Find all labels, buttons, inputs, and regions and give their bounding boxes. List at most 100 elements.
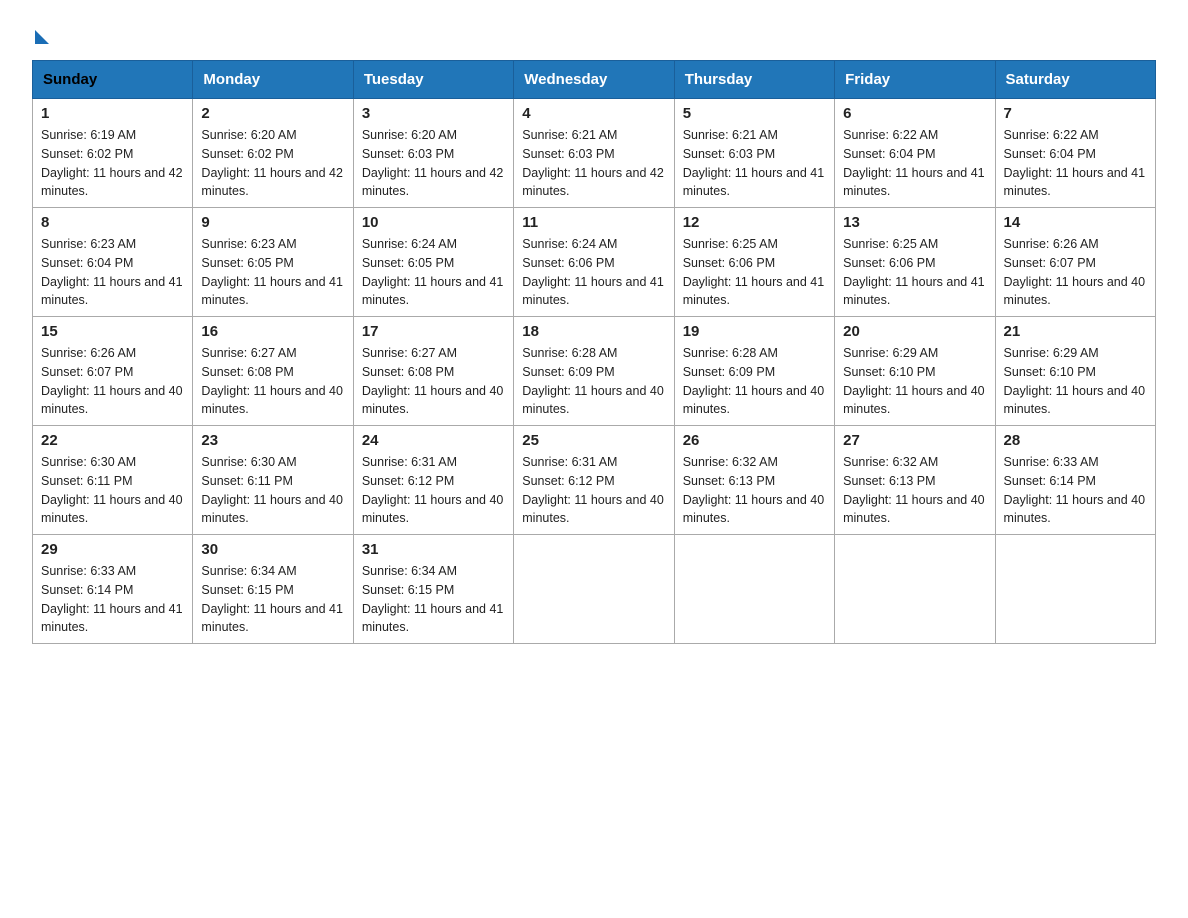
day-info: Sunrise: 6:32 AMSunset: 6:13 PMDaylight:… xyxy=(683,453,826,528)
calendar-cell: 7 Sunrise: 6:22 AMSunset: 6:04 PMDaylight… xyxy=(995,99,1155,208)
calendar-cell: 2 Sunrise: 6:20 AMSunset: 6:02 PMDaylight… xyxy=(193,99,353,208)
week-row-3: 15Sunrise: 6:26 AMSunset: 6:07 PMDayligh… xyxy=(33,317,1156,426)
day-number: 23 xyxy=(201,432,344,449)
day-number: 12 xyxy=(683,214,826,231)
day-number: 4 xyxy=(522,105,665,122)
calendar-cell: 4 Sunrise: 6:21 AMSunset: 6:03 PMDaylight… xyxy=(514,99,674,208)
day-info: Sunrise: 6:24 AMSunset: 6:05 PMDaylight:… xyxy=(362,235,505,310)
day-number: 17 xyxy=(362,323,505,340)
day-number: 21 xyxy=(1004,323,1147,340)
day-number: 29 xyxy=(41,541,184,558)
calendar-cell: 25 Sunrise: 6:31 AMSunset: 6:12 PMDayligh… xyxy=(514,426,674,535)
day-number: 13 xyxy=(843,214,986,231)
day-info: Sunrise: 6:28 AMSunset: 6:09 PMDaylight:… xyxy=(683,344,826,419)
logo-triangle-icon xyxy=(35,30,49,44)
day-number: 2 xyxy=(201,105,344,122)
col-header-sunday: Sunday xyxy=(33,61,193,99)
day-number: 5 xyxy=(683,105,826,122)
calendar-cell: 11 Sunrise: 6:24 AMSunset: 6:06 PMDayligh… xyxy=(514,208,674,317)
day-info: Sunrise: 6:29 AMSunset: 6:10 PMDaylight:… xyxy=(843,344,986,419)
day-info: Sunrise: 6:33 AMSunset: 6:14 PMDaylight:… xyxy=(41,562,184,637)
calendar-cell: 12 Sunrise: 6:25 AMSunset: 6:06 PMDayligh… xyxy=(674,208,834,317)
calendar-cell: 13 Sunrise: 6:25 AMSunset: 6:06 PMDayligh… xyxy=(835,208,995,317)
day-info: Sunrise: 6:32 AMSunset: 6:13 PMDaylight:… xyxy=(843,453,986,528)
calendar-cell: 8 Sunrise: 6:23 AMSunset: 6:04 PMDaylight… xyxy=(33,208,193,317)
day-info: Sunrise: 6:21 AMSunset: 6:03 PMDaylight:… xyxy=(683,126,826,201)
col-header-wednesday: Wednesday xyxy=(514,61,674,99)
day-info: Sunrise: 6:31 AMSunset: 6:12 PMDaylight:… xyxy=(362,453,505,528)
calendar-cell: 22Sunrise: 6:30 AMSunset: 6:11 PMDayligh… xyxy=(33,426,193,535)
calendar-cell: 31 Sunrise: 6:34 AMSunset: 6:15 PMDayligh… xyxy=(353,535,513,644)
day-number: 16 xyxy=(201,323,344,340)
day-info: Sunrise: 6:23 AMSunset: 6:04 PMDaylight:… xyxy=(41,235,184,310)
day-info: Sunrise: 6:33 AMSunset: 6:14 PMDaylight:… xyxy=(1004,453,1147,528)
day-number: 20 xyxy=(843,323,986,340)
calendar-cell: 19 Sunrise: 6:28 AMSunset: 6:09 PMDayligh… xyxy=(674,317,834,426)
calendar-cell xyxy=(835,535,995,644)
calendar-header-row: SundayMondayTuesdayWednesdayThursdayFrid… xyxy=(33,61,1156,99)
day-info: Sunrise: 6:24 AMSunset: 6:06 PMDaylight:… xyxy=(522,235,665,310)
calendar-cell: 1 Sunrise: 6:19 AMSunset: 6:02 PMDaylight… xyxy=(33,99,193,208)
day-number: 31 xyxy=(362,541,505,558)
day-number: 8 xyxy=(41,214,184,231)
day-number: 3 xyxy=(362,105,505,122)
day-number: 6 xyxy=(843,105,986,122)
day-info: Sunrise: 6:31 AMSunset: 6:12 PMDaylight:… xyxy=(522,453,665,528)
calendar-cell xyxy=(674,535,834,644)
day-info: Sunrise: 6:19 AMSunset: 6:02 PMDaylight:… xyxy=(41,126,184,201)
calendar-cell: 21 Sunrise: 6:29 AMSunset: 6:10 PMDayligh… xyxy=(995,317,1155,426)
day-number: 25 xyxy=(522,432,665,449)
day-info: Sunrise: 6:30 AMSunset: 6:11 PMDaylight:… xyxy=(41,453,184,528)
calendar-cell: 15Sunrise: 6:26 AMSunset: 6:07 PMDayligh… xyxy=(33,317,193,426)
day-info: Sunrise: 6:25 AMSunset: 6:06 PMDaylight:… xyxy=(843,235,986,310)
day-number: 28 xyxy=(1004,432,1147,449)
calendar-cell: 27 Sunrise: 6:32 AMSunset: 6:13 PMDayligh… xyxy=(835,426,995,535)
day-info: Sunrise: 6:30 AMSunset: 6:11 PMDaylight:… xyxy=(201,453,344,528)
week-row-5: 29 Sunrise: 6:33 AMSunset: 6:14 PMDayligh… xyxy=(33,535,1156,644)
calendar-cell: 26 Sunrise: 6:32 AMSunset: 6:13 PMDayligh… xyxy=(674,426,834,535)
page-header xyxy=(32,24,1156,44)
day-number: 11 xyxy=(522,214,665,231)
day-info: Sunrise: 6:23 AMSunset: 6:05 PMDaylight:… xyxy=(201,235,344,310)
day-info: Sunrise: 6:20 AMSunset: 6:03 PMDaylight:… xyxy=(362,126,505,201)
day-number: 7 xyxy=(1004,105,1147,122)
day-info: Sunrise: 6:27 AMSunset: 6:08 PMDaylight:… xyxy=(201,344,344,419)
day-info: Sunrise: 6:27 AMSunset: 6:08 PMDaylight:… xyxy=(362,344,505,419)
day-number: 9 xyxy=(201,214,344,231)
calendar-cell xyxy=(514,535,674,644)
calendar-cell: 6 Sunrise: 6:22 AMSunset: 6:04 PMDaylight… xyxy=(835,99,995,208)
day-info: Sunrise: 6:21 AMSunset: 6:03 PMDaylight:… xyxy=(522,126,665,201)
calendar-cell: 9 Sunrise: 6:23 AMSunset: 6:05 PMDaylight… xyxy=(193,208,353,317)
day-info: Sunrise: 6:34 AMSunset: 6:15 PMDaylight:… xyxy=(362,562,505,637)
day-number: 30 xyxy=(201,541,344,558)
day-info: Sunrise: 6:20 AMSunset: 6:02 PMDaylight:… xyxy=(201,126,344,201)
day-info: Sunrise: 6:22 AMSunset: 6:04 PMDaylight:… xyxy=(843,126,986,201)
calendar-cell: 5 Sunrise: 6:21 AMSunset: 6:03 PMDaylight… xyxy=(674,99,834,208)
day-info: Sunrise: 6:34 AMSunset: 6:15 PMDaylight:… xyxy=(201,562,344,637)
calendar-cell: 10 Sunrise: 6:24 AMSunset: 6:05 PMDayligh… xyxy=(353,208,513,317)
calendar-cell: 28 Sunrise: 6:33 AMSunset: 6:14 PMDayligh… xyxy=(995,426,1155,535)
week-row-4: 22Sunrise: 6:30 AMSunset: 6:11 PMDayligh… xyxy=(33,426,1156,535)
day-number: 14 xyxy=(1004,214,1147,231)
day-number: 27 xyxy=(843,432,986,449)
col-header-monday: Monday xyxy=(193,61,353,99)
week-row-1: 1 Sunrise: 6:19 AMSunset: 6:02 PMDaylight… xyxy=(33,99,1156,208)
day-info: Sunrise: 6:22 AMSunset: 6:04 PMDaylight:… xyxy=(1004,126,1147,201)
day-number: 1 xyxy=(41,105,184,122)
day-number: 24 xyxy=(362,432,505,449)
day-info: Sunrise: 6:26 AMSunset: 6:07 PMDaylight:… xyxy=(1004,235,1147,310)
calendar-table: SundayMondayTuesdayWednesdayThursdayFrid… xyxy=(32,60,1156,644)
calendar-cell: 30 Sunrise: 6:34 AMSunset: 6:15 PMDayligh… xyxy=(193,535,353,644)
day-number: 18 xyxy=(522,323,665,340)
day-number: 10 xyxy=(362,214,505,231)
calendar-cell xyxy=(995,535,1155,644)
col-header-friday: Friday xyxy=(835,61,995,99)
day-info: Sunrise: 6:28 AMSunset: 6:09 PMDaylight:… xyxy=(522,344,665,419)
day-info: Sunrise: 6:29 AMSunset: 6:10 PMDaylight:… xyxy=(1004,344,1147,419)
calendar-cell: 18 Sunrise: 6:28 AMSunset: 6:09 PMDayligh… xyxy=(514,317,674,426)
day-number: 26 xyxy=(683,432,826,449)
calendar-cell: 17 Sunrise: 6:27 AMSunset: 6:08 PMDayligh… xyxy=(353,317,513,426)
day-info: Sunrise: 6:25 AMSunset: 6:06 PMDaylight:… xyxy=(683,235,826,310)
day-number: 19 xyxy=(683,323,826,340)
day-number: 15 xyxy=(41,323,184,340)
